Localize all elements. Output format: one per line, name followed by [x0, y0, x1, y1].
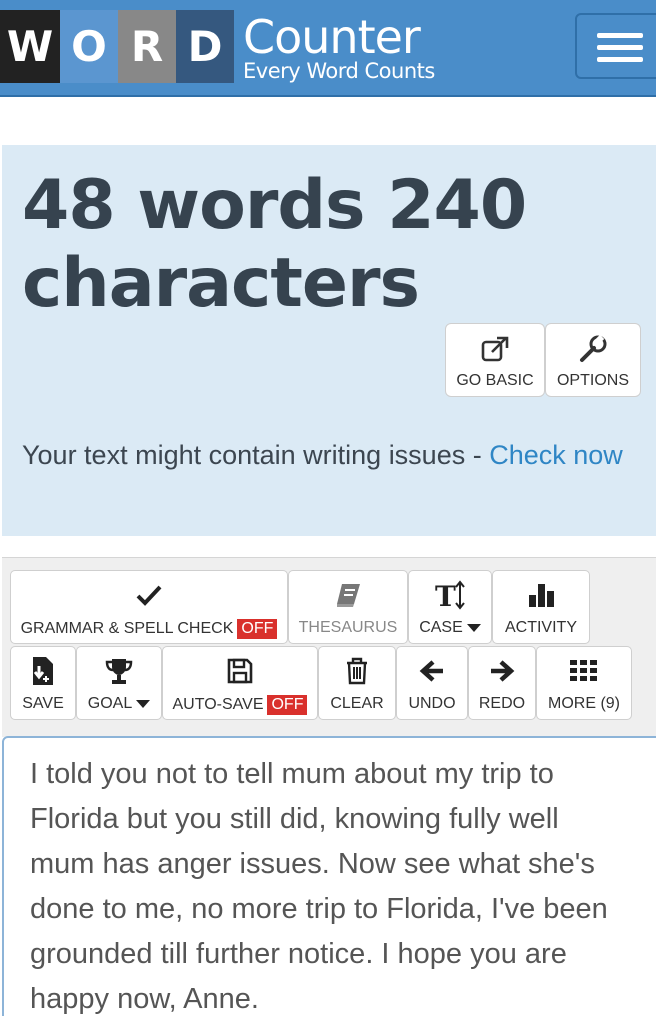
clear-button[interactable]: CLEAR	[318, 646, 396, 720]
check-now-link[interactable]: Check now	[489, 440, 623, 470]
auto-save-button[interactable]: AUTO-SAVE OFF	[162, 646, 318, 720]
brand-tagline: Every Word Counts	[243, 59, 435, 83]
go-basic-label: GO BASIC	[456, 372, 534, 389]
text-editor[interactable]: I told you not to tell mum about my trip…	[2, 736, 656, 1016]
writing-issues-notice: Your text might contain writing issues -…	[22, 435, 632, 475]
case-button[interactable]: T CASE	[408, 570, 492, 644]
redo-label: REDO	[478, 695, 526, 712]
undo-button[interactable]: UNDO	[396, 646, 468, 720]
arrow-right-icon	[469, 653, 535, 689]
save-file-icon	[11, 653, 75, 689]
logo[interactable]: W O R D	[0, 10, 234, 83]
logo-tile-w: W	[0, 10, 60, 83]
thesaurus-button[interactable]: THESAURUS	[288, 570, 408, 644]
issues-text: Your text might contain writing issues -	[22, 440, 490, 470]
auto-save-label: AUTO-SAVE	[172, 696, 264, 713]
case-label: CASE	[419, 619, 463, 636]
activity-label: ACTIVITY	[504, 619, 577, 636]
trash-icon	[319, 653, 395, 689]
logo-tile-r: R	[118, 10, 176, 83]
brand[interactable]: Counter Every Word Counts	[243, 14, 435, 82]
redo-button[interactable]: REDO	[468, 646, 536, 720]
logo-tile-o: O	[60, 10, 118, 83]
grammar-label: GRAMMAR & SPELL CHECK	[20, 620, 234, 637]
editor-content[interactable]: I told you not to tell mum about my trip…	[30, 752, 630, 1016]
grammar-spell-check-button[interactable]: GRAMMAR & SPELL CHECK OFF	[10, 570, 288, 644]
bar-chart-icon	[493, 577, 589, 613]
more-label: MORE (9)	[548, 695, 620, 712]
grid-icon	[537, 653, 631, 689]
caret-down-icon	[136, 700, 151, 708]
word-char-count: 48 words 240 characters	[22, 166, 527, 323]
activity-button[interactable]: ACTIVITY	[492, 570, 590, 644]
grammar-off-badge: OFF	[237, 619, 278, 639]
undo-label: UNDO	[408, 695, 456, 712]
thesaurus-label: THESAURUS	[298, 619, 398, 636]
options-button[interactable]: OPTIONS	[545, 323, 641, 397]
site-header: W O R D Counter Every Word Counts	[0, 0, 656, 97]
save-button[interactable]: SAVE	[10, 646, 76, 720]
save-label: SAVE	[22, 695, 64, 712]
clear-label: CLEAR	[330, 695, 384, 712]
auto-save-off-badge: OFF	[267, 695, 308, 715]
brand-name: Counter	[243, 10, 421, 64]
logo-tile-d: D	[176, 10, 234, 83]
caret-down-icon	[466, 624, 481, 632]
external-link-icon	[446, 332, 544, 366]
trophy-icon	[77, 653, 161, 689]
text-case-icon: T	[409, 577, 491, 613]
svg-text:T: T	[435, 580, 456, 610]
menu-button[interactable]	[575, 13, 656, 79]
options-label: OPTIONS	[556, 372, 629, 389]
wrench-icon	[546, 332, 640, 366]
arrow-left-icon	[397, 653, 467, 689]
editor-toolbar: GRAMMAR & SPELL CHECK OFF THESAURUS T CAS…	[2, 557, 656, 737]
book-icon	[289, 577, 407, 613]
checkmark-icon	[11, 577, 287, 613]
count-panel: 48 words 240 characters GO BASIC OPTIONS…	[2, 145, 656, 536]
go-basic-button[interactable]: GO BASIC	[445, 323, 545, 397]
floppy-icon	[163, 653, 317, 689]
goal-button[interactable]: GOAL	[76, 646, 162, 720]
more-button[interactable]: MORE (9)	[536, 646, 632, 720]
goal-label: GOAL	[87, 695, 133, 712]
